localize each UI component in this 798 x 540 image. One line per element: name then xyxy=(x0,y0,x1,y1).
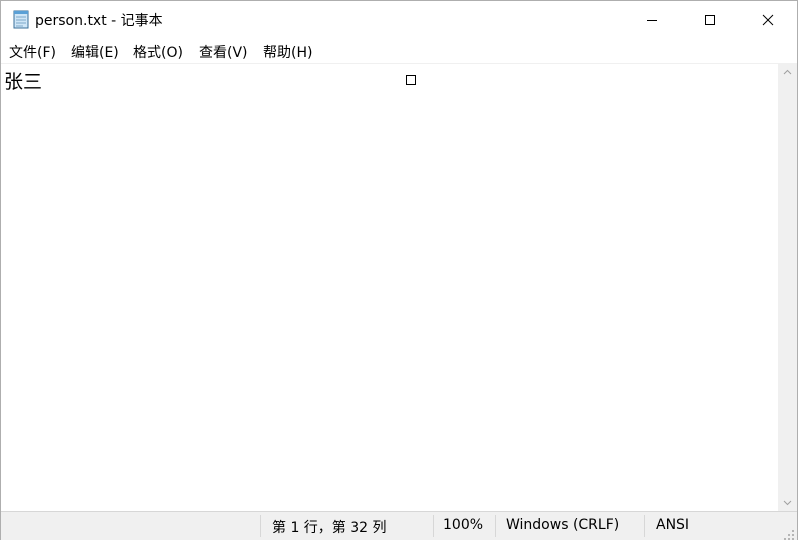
title-bar[interactable]: person.txt - 记事本 xyxy=(1,1,797,39)
menu-view[interactable]: 查看(V) xyxy=(199,42,248,62)
status-zoom: 100% xyxy=(443,517,484,533)
cursor-marker xyxy=(406,75,416,85)
close-button[interactable] xyxy=(739,1,797,39)
status-divider xyxy=(495,515,496,537)
status-bar: 第 1 行，第 32 列 100% Windows (CRLF) ANSI xyxy=(1,511,797,540)
close-icon xyxy=(762,14,774,26)
vertical-scrollbar[interactable] xyxy=(778,63,797,511)
maximize-icon xyxy=(705,15,715,25)
chevron-up-icon xyxy=(783,69,792,74)
scroll-down-button[interactable] xyxy=(778,494,797,511)
resize-grip-icon[interactable] xyxy=(783,526,795,540)
editor-content[interactable]: 张三 xyxy=(4,67,42,94)
menu-help[interactable]: 帮助(H) xyxy=(263,42,312,62)
status-divider xyxy=(260,515,261,537)
maximize-button[interactable] xyxy=(681,1,739,39)
status-position: 第 1 行，第 32 列 xyxy=(272,520,387,536)
status-encoding: ANSI xyxy=(656,517,690,533)
window-title: person.txt - 记事本 xyxy=(35,13,163,29)
menu-edit[interactable]: 编辑(E) xyxy=(71,42,119,62)
chevron-down-icon xyxy=(783,500,792,505)
menu-format[interactable]: 格式(O) xyxy=(133,42,183,62)
minimize-icon xyxy=(647,20,657,21)
scroll-up-button[interactable] xyxy=(778,63,797,80)
text-editor[interactable]: 张三 xyxy=(1,63,778,512)
status-line-ending: Windows (CRLF) xyxy=(506,517,620,533)
menu-bar: 文件(F) 编辑(E) 格式(O) 查看(V) 帮助(H) xyxy=(1,39,797,63)
status-divider xyxy=(433,515,434,537)
notepad-icon xyxy=(12,9,30,29)
status-divider xyxy=(644,515,645,537)
menu-file[interactable]: 文件(F) xyxy=(9,42,56,62)
minimize-button[interactable] xyxy=(623,1,681,39)
notepad-window: person.txt - 记事本 文件(F) 编辑(E) 格式(O) 查看(V)… xyxy=(0,0,798,540)
